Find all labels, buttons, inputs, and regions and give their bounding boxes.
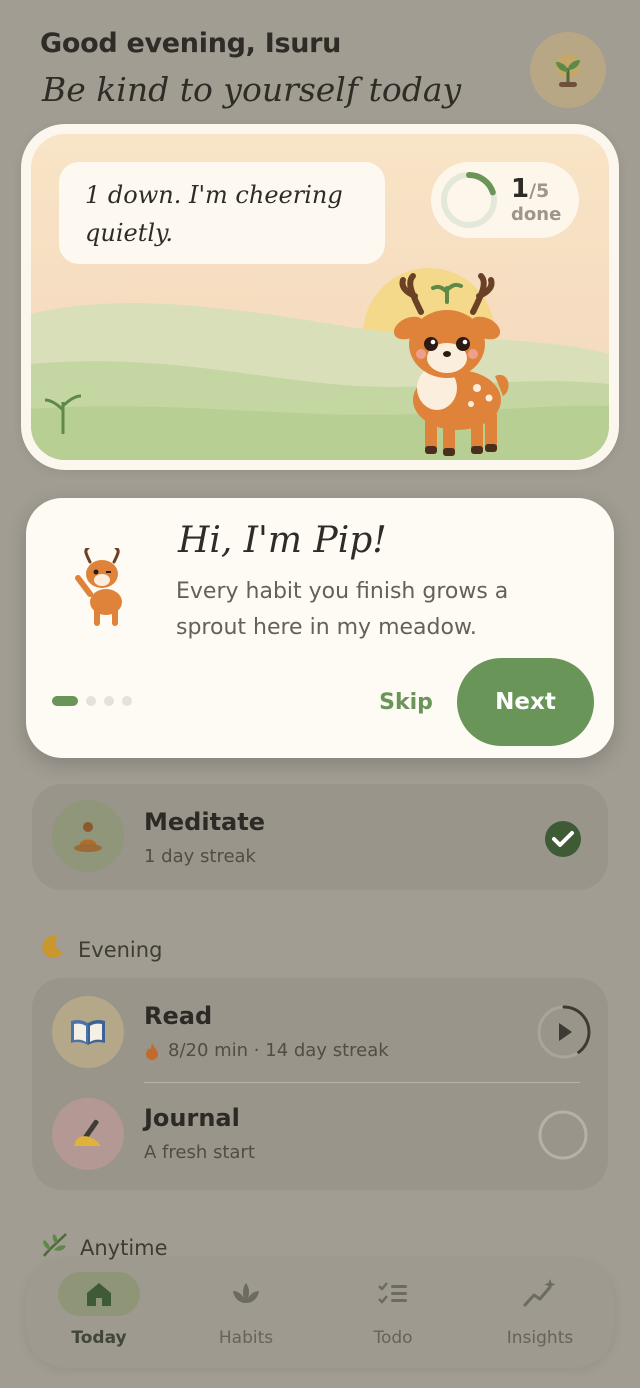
section-evening-label: Evening: [78, 937, 163, 962]
habit-row-meditate[interactable]: Meditate 1 day streak: [32, 788, 608, 884]
habit-name: Meditate: [144, 808, 265, 836]
step-dot-1: [52, 696, 78, 706]
habit-progress-meta: 8/20 min · 14 day streak: [144, 1040, 389, 1061]
step-dot-4: [122, 696, 132, 706]
progress-text: 1/5 done: [511, 176, 561, 224]
habit-row-read[interactable]: Read 8/20 min · 14 day streak: [32, 984, 608, 1080]
sprout-icon: [556, 54, 580, 87]
flame-icon: [146, 1042, 158, 1060]
progress-label: done: [511, 204, 562, 225]
nav-label: Today: [71, 1328, 127, 1348]
completed-check-icon[interactable]: [544, 820, 582, 858]
motivational-subtitle: Be kind to yourself today: [42, 70, 462, 109]
writing-hand-icon: [52, 1098, 124, 1170]
checklist-icon: [352, 1272, 434, 1316]
incomplete-circle-icon[interactable]: [538, 1110, 588, 1160]
section-evening: Evening: [40, 934, 162, 965]
onboarding-title: Hi, I'm Pip!: [178, 520, 387, 561]
habit-name: Read: [144, 1002, 213, 1030]
meadow-scene: 1 down. I'm cheering quietly. 1/5 done: [31, 134, 609, 460]
section-anytime-label: Anytime: [80, 1235, 168, 1260]
nav-tab-insights[interactable]: Insights: [485, 1272, 595, 1358]
progress-total: /5: [529, 180, 550, 202]
onboarding-card: Hi, I'm Pip! Every habit you finish grow…: [26, 498, 614, 758]
speech-line-2: quietly.: [85, 219, 174, 247]
onboarding-step-indicator: [52, 696, 132, 706]
nav-label: Habits: [218, 1328, 274, 1348]
onboarding-body: Every habit you finish grows a sprout he…: [176, 579, 509, 640]
meadow-card: 1 down. I'm cheering quietly. 1/5 done: [21, 124, 619, 470]
bottom-navigation: Today Habits Todo Insights: [26, 1260, 614, 1368]
lotus-icon: [205, 1272, 287, 1316]
play-timer-button[interactable]: [536, 1004, 592, 1060]
nav-label: Insights: [506, 1328, 574, 1348]
profile-avatar[interactable]: [530, 32, 606, 108]
meditate-habit-card: Meditate 1 day streak: [32, 784, 608, 890]
daily-progress-pill: 1/5 done: [431, 162, 579, 238]
mascot-speech-bubble: 1 down. I'm cheering quietly.: [59, 162, 385, 264]
meditation-icon: [52, 800, 124, 872]
habit-row-journal[interactable]: Journal A fresh start: [32, 1088, 608, 1184]
progress-ring: [441, 172, 497, 228]
habit-streak: 1 day streak: [144, 846, 256, 867]
next-button[interactable]: Next: [457, 658, 594, 746]
home-icon: [58, 1272, 140, 1316]
book-icon: [52, 996, 124, 1068]
speech-line-1: 1 down. I'm cheering: [85, 181, 343, 209]
nav-label: Todo: [373, 1328, 413, 1348]
read-meta-text: 8/20 min · 14 day streak: [168, 1040, 389, 1061]
evening-habits-card: Read 8/20 min · 14 day streak Journal A …: [32, 978, 608, 1190]
progress-done-count: 1: [511, 174, 530, 204]
moon-icon: [40, 934, 66, 965]
herb-icon: [40, 1232, 68, 1263]
nav-tab-today[interactable]: Today: [44, 1272, 154, 1358]
step-dot-3: [104, 696, 114, 706]
greeting-heading: Good evening, Isuru: [40, 28, 342, 59]
nav-tab-habits[interactable]: Habits: [191, 1272, 301, 1358]
row-divider: [144, 1082, 580, 1083]
nav-tab-todo[interactable]: Todo: [338, 1272, 448, 1358]
skip-button[interactable]: Skip: [366, 682, 446, 722]
deer-mascot: [393, 273, 509, 456]
habit-name: Journal: [144, 1104, 240, 1132]
habit-streak: A fresh start: [144, 1142, 255, 1163]
sparkle-chart-icon: [499, 1272, 581, 1316]
step-dot-2: [86, 696, 96, 706]
waving-deer-icon: [75, 548, 122, 626]
section-anytime: Anytime: [40, 1232, 168, 1263]
